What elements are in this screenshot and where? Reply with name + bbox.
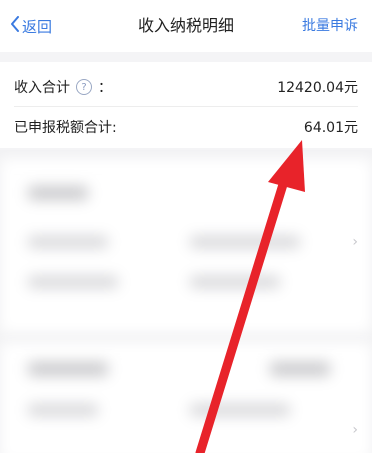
red-arrow-annotation [195,140,305,453]
